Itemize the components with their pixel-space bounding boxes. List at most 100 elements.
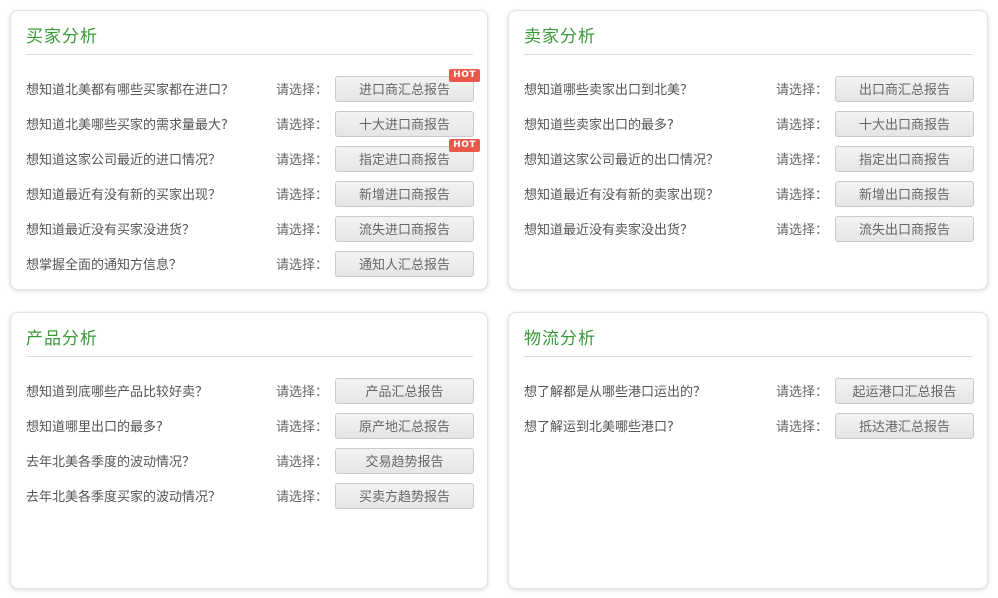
report-button-wrap: 通知人汇总报告 xyxy=(335,251,474,277)
hot-badge: HOT xyxy=(449,139,480,152)
report-row: 想知道些卖家出口的最多? 请选择： 十大出口商报告 xyxy=(524,106,974,141)
report-button-wrap: 流失出口商报告 xyxy=(835,216,974,242)
select-label: 请选择： xyxy=(776,149,828,168)
divider xyxy=(524,54,973,55)
question-text: 想知道北美都有哪些买家都在进口？ xyxy=(26,79,276,98)
report-button[interactable]: 通知人汇总报告 xyxy=(335,251,474,277)
question-text: 想知道到底哪些产品比较好卖？ xyxy=(26,381,276,400)
question-text: 想了解运到北美哪些港口? xyxy=(524,416,776,435)
report-button-wrap: 指定出口商报告 xyxy=(835,146,974,172)
report-row: 想知道最近没有买家没进货？ 请选择： 流失进口商报告 xyxy=(26,211,474,246)
panel-logistics-analysis: 物流分析 想了解都是从哪些港口运出的？ 请选择： 起运港口汇总报告 想了解运到北… xyxy=(508,312,988,589)
question-text: 想知道这家公司最近的进口情况？ xyxy=(26,149,276,168)
divider xyxy=(26,54,473,55)
report-button[interactable]: 产品汇总报告 xyxy=(335,378,474,404)
select-label: 请选择： xyxy=(276,486,328,505)
panel-seller-analysis: 卖家分析 想知道哪些卖家出口到北美？ 请选择： 出口商汇总报告 想知道些卖家出口… xyxy=(508,10,988,290)
report-button-wrap: 进口商汇总报告 HOT xyxy=(335,76,474,102)
select-label: 请选择： xyxy=(276,79,328,98)
select-label: 请选择： xyxy=(776,219,828,238)
divider xyxy=(26,356,473,357)
select-label: 请选择： xyxy=(276,416,328,435)
report-row: 想知道这家公司最近的进口情况？ 请选择： 指定进口商报告 HOT xyxy=(26,141,474,176)
panel-title: 卖家分析 xyxy=(524,24,974,50)
report-button-wrap: 新增进口商报告 xyxy=(335,181,474,207)
report-row: 想知道最近有没有新的买家出现？ 请选择： 新增进口商报告 xyxy=(26,176,474,211)
report-button[interactable]: 交易趋势报告 xyxy=(335,448,474,474)
select-label: 请选择： xyxy=(276,149,328,168)
select-label: 请选择： xyxy=(276,451,328,470)
report-row: 想了解都是从哪些港口运出的？ 请选择： 起运港口汇总报告 xyxy=(524,373,974,408)
report-row: 想知道最近有没有新的卖家出现？ 请选择： 新增出口商报告 xyxy=(524,176,974,211)
report-button-wrap: 原产地汇总报告 xyxy=(335,413,474,439)
report-button[interactable]: 买卖方趋势报告 xyxy=(335,483,474,509)
question-text: 想掌握全面的通知方信息？ xyxy=(26,254,276,273)
report-row: 想掌握全面的通知方信息？ 请选择： 通知人汇总报告 xyxy=(26,246,474,281)
panel-title: 物流分析 xyxy=(524,326,974,352)
report-button[interactable]: 新增进口商报告 xyxy=(335,181,474,207)
report-button-wrap: 产品汇总报告 xyxy=(335,378,474,404)
panel-title: 产品分析 xyxy=(26,326,474,352)
report-row: 去年北美各季度的波动情况？ 请选择： 交易趋势报告 xyxy=(26,443,474,478)
report-button[interactable]: 起运港口汇总报告 xyxy=(835,378,974,404)
report-button-wrap: 指定进口商报告 HOT xyxy=(335,146,474,172)
question-text: 想知道最近没有卖家没出货？ xyxy=(524,219,776,238)
question-text: 想知道最近有没有新的卖家出现？ xyxy=(524,184,776,203)
select-label: 请选择： xyxy=(776,114,828,133)
report-button-wrap: 买卖方趋势报告 xyxy=(335,483,474,509)
report-button[interactable]: 抵达港汇总报告 xyxy=(835,413,974,439)
select-label: 请选择： xyxy=(776,184,828,203)
select-label: 请选择： xyxy=(276,184,328,203)
report-row: 想知道到底哪些产品比较好卖？ 请选择： 产品汇总报告 xyxy=(26,373,474,408)
select-label: 请选择： xyxy=(276,254,328,273)
panel-buyer-analysis: 买家分析 想知道北美都有哪些买家都在进口？ 请选择： 进口商汇总报告 HOT 想… xyxy=(10,10,488,290)
report-row: 想知道哪些卖家出口到北美？ 请选择： 出口商汇总报告 xyxy=(524,71,974,106)
question-text: 想知道这家公司最近的出口情况？ xyxy=(524,149,776,168)
report-row: 想知道哪里出口的最多? 请选择： 原产地汇总报告 xyxy=(26,408,474,443)
report-button[interactable]: 新增出口商报告 xyxy=(835,181,974,207)
select-label: 请选择： xyxy=(276,219,328,238)
report-button[interactable]: 原产地汇总报告 xyxy=(335,413,474,439)
select-label: 请选择： xyxy=(276,381,328,400)
panel-title: 买家分析 xyxy=(26,24,474,50)
report-button-wrap: 新增出口商报告 xyxy=(835,181,974,207)
report-button[interactable]: 十大进口商报告 xyxy=(335,111,474,137)
analysis-dashboard: 买家分析 想知道北美都有哪些买家都在进口？ 请选择： 进口商汇总报告 HOT 想… xyxy=(0,0,998,598)
panel-rows: 想知道北美都有哪些买家都在进口？ 请选择： 进口商汇总报告 HOT 想知道北美哪… xyxy=(26,71,474,281)
question-text: 想知道北美哪些买家的需求量最大? xyxy=(26,114,276,133)
select-label: 请选择： xyxy=(276,114,328,133)
question-text: 想知道些卖家出口的最多? xyxy=(524,114,776,133)
question-text: 想知道最近有没有新的买家出现？ xyxy=(26,184,276,203)
divider xyxy=(524,356,973,357)
panel-rows: 想知道到底哪些产品比较好卖？ 请选择： 产品汇总报告 想知道哪里出口的最多? 请… xyxy=(26,373,474,513)
question-text: 去年北美各季度买家的波动情况？ xyxy=(26,486,276,505)
question-text: 想知道哪些卖家出口到北美？ xyxy=(524,79,776,98)
select-label: 请选择： xyxy=(776,79,828,98)
report-row: 想知道这家公司最近的出口情况？ 请选择： 指定出口商报告 xyxy=(524,141,974,176)
question-text: 想知道最近没有买家没进货？ xyxy=(26,219,276,238)
report-row: 想了解运到北美哪些港口? 请选择： 抵达港汇总报告 xyxy=(524,408,974,443)
panel-product-analysis: 产品分析 想知道到底哪些产品比较好卖？ 请选择： 产品汇总报告 想知道哪里出口的… xyxy=(10,312,488,589)
report-button[interactable]: 流失出口商报告 xyxy=(835,216,974,242)
report-row: 想知道北美哪些买家的需求量最大? 请选择： 十大进口商报告 xyxy=(26,106,474,141)
select-label: 请选择： xyxy=(776,381,828,400)
panel-rows: 想知道哪些卖家出口到北美？ 请选择： 出口商汇总报告 想知道些卖家出口的最多? … xyxy=(524,71,974,246)
question-text: 想知道哪里出口的最多? xyxy=(26,416,276,435)
select-label: 请选择： xyxy=(776,416,828,435)
question-text: 想了解都是从哪些港口运出的？ xyxy=(524,381,776,400)
report-row: 想知道最近没有卖家没出货？ 请选择： 流失出口商报告 xyxy=(524,211,974,246)
report-button-wrap: 抵达港汇总报告 xyxy=(835,413,974,439)
report-button-wrap: 交易趋势报告 xyxy=(335,448,474,474)
report-row: 去年北美各季度买家的波动情况？ 请选择： 买卖方趋势报告 xyxy=(26,478,474,513)
panel-rows: 想了解都是从哪些港口运出的？ 请选择： 起运港口汇总报告 想了解运到北美哪些港口… xyxy=(524,373,974,443)
report-button-wrap: 起运港口汇总报告 xyxy=(835,378,974,404)
report-row: 想知道北美都有哪些买家都在进口？ 请选择： 进口商汇总报告 HOT xyxy=(26,71,474,106)
report-button[interactable]: 出口商汇总报告 xyxy=(835,76,974,102)
report-button-wrap: 十大出口商报告 xyxy=(835,111,974,137)
report-button-wrap: 出口商汇总报告 xyxy=(835,76,974,102)
report-button[interactable]: 指定出口商报告 xyxy=(835,146,974,172)
hot-badge: HOT xyxy=(449,69,480,82)
report-button[interactable]: 十大出口商报告 xyxy=(835,111,974,137)
report-button[interactable]: 流失进口商报告 xyxy=(335,216,474,242)
report-button-wrap: 流失进口商报告 xyxy=(335,216,474,242)
